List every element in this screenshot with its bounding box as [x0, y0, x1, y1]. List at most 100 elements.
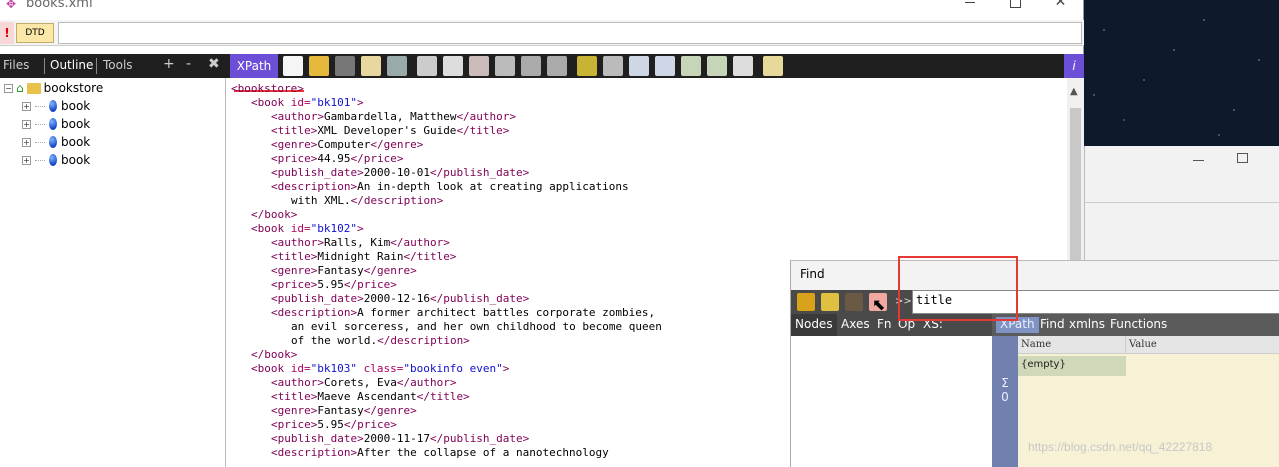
result-cell[interactable]: {empty} [1018, 356, 1126, 376]
save-as-icon[interactable] [361, 56, 381, 76]
code-line[interactable]: <genre>Computer</genre> [271, 138, 423, 152]
tab-tools[interactable]: Tools [103, 58, 133, 72]
code-line[interactable]: <publish_date>2000-10-01</publish_date> [271, 166, 529, 180]
background-maximize-icon[interactable] [1237, 153, 1248, 163]
find-toolbar: >> title [791, 290, 1279, 314]
close-button[interactable]: ✕ [1038, 0, 1083, 18]
expand-toggle-icon[interactable]: + [22, 119, 31, 129]
code-line[interactable]: </book> [251, 208, 297, 222]
code-line[interactable]: <price>5.95</price> [271, 278, 397, 292]
code-line[interactable]: <book id="bk102"> [251, 222, 364, 236]
code-line[interactable]: <description>After the collapse of a nan… [271, 446, 609, 460]
paste-icon[interactable] [469, 56, 489, 76]
tab-functions[interactable]: Functions [1110, 317, 1167, 331]
tree-connector [35, 123, 45, 125]
code-line[interactable]: <publish_date>2000-12-16</publish_date> [271, 292, 529, 306]
tree-item[interactable]: + book [22, 153, 90, 167]
tab-find[interactable]: Find [1040, 317, 1065, 331]
dtd-bar: ! DTD [0, 20, 1084, 46]
edit-icon[interactable] [763, 56, 783, 76]
expand-toggle-icon[interactable]: + [22, 101, 31, 111]
print-icon[interactable] [387, 56, 407, 76]
code-line[interactable]: <publish_date>2000-11-17</publish_date> [271, 432, 529, 446]
nodes-list[interactable] [791, 336, 992, 467]
close-panel-button[interactable]: ✖ [208, 56, 220, 72]
code-line[interactable]: <author>Gambardella, Matthew</author> [271, 110, 516, 124]
result-tabs: XPath Find xmlns Functions [992, 314, 1279, 336]
code-line[interactable]: <book id="bk101"> [251, 96, 364, 110]
tree-root-label: bookstore [43, 81, 104, 95]
code-line[interactable]: <title>XML Developer's Guide</title> [271, 124, 509, 138]
dtd-button[interactable]: DTD [16, 23, 54, 43]
tree-root[interactable]: − ⌂ bookstore [4, 81, 103, 95]
code-line[interactable]: <description>A former architect battles … [271, 306, 655, 320]
align-icon[interactable] [707, 56, 727, 76]
scroll-thumb[interactable] [1070, 108, 1081, 268]
tree-item[interactable]: + book [22, 117, 90, 131]
redo-icon[interactable] [547, 56, 567, 76]
element-node-icon [49, 136, 57, 148]
copy-icon[interactable] [443, 56, 463, 76]
collapse-toggle-icon[interactable]: − [4, 83, 13, 93]
code-line[interactable]: <genre>Fantasy</genre> [271, 264, 417, 278]
bug-icon[interactable] [845, 293, 863, 311]
code-line[interactable]: with XML.</description> [291, 194, 443, 208]
code-line[interactable]: <price>44.95</price> [271, 152, 403, 166]
tab-axes[interactable]: Axes [841, 317, 870, 331]
warning-icon[interactable]: ! [0, 22, 14, 44]
format-icon[interactable] [681, 56, 701, 76]
indent-icon[interactable] [577, 56, 597, 76]
scroll-up-icon[interactable]: ▲ [1070, 86, 1078, 97]
code-line[interactable]: <price>5.95</price> [271, 418, 397, 432]
code-line[interactable]: <genre>Fantasy</genre> [271, 404, 417, 418]
cut-icon[interactable] [417, 56, 437, 76]
outdent-icon[interactable] [603, 56, 623, 76]
code-line[interactable]: </book> [251, 348, 297, 362]
collapse-button[interactable]: - [186, 56, 191, 72]
expand-toggle-icon[interactable]: + [22, 137, 31, 147]
find-tabs: Nodes Axes Fn Op XS: XPath Find xmlns Fu… [791, 314, 1279, 336]
code-line[interactable]: of the world.</description> [291, 334, 470, 348]
dtd-field[interactable] [58, 22, 1082, 44]
tab-outline[interactable]: Outline [50, 58, 93, 72]
background-minimize-icon[interactable] [1193, 160, 1204, 161]
expand-toggle-icon[interactable]: + [22, 155, 31, 165]
main-toolbar: Files Outline Tools + - ✖ XPath i [0, 54, 1084, 78]
tree-item[interactable]: + book [22, 135, 90, 149]
info-button[interactable]: i [1064, 54, 1084, 78]
code-line[interactable]: <description>An in-depth look at creatin… [271, 180, 629, 194]
tree-item[interactable]: + book [22, 99, 90, 113]
open-folder-icon[interactable] [309, 56, 329, 76]
move-left-icon[interactable] [629, 56, 649, 76]
tab-xmlns[interactable]: xmlns [1069, 317, 1105, 331]
code-line[interactable]: <author>Corets, Eva</author> [271, 376, 456, 390]
tab-nodes[interactable]: Nodes [791, 314, 837, 336]
maximize-button[interactable] [993, 0, 1038, 18]
code-line[interactable]: <title>Midnight Rain</title> [271, 250, 456, 264]
tab-fn[interactable]: Fn [877, 317, 892, 331]
code-line[interactable]: <title>Maeve Ascendant</title> [271, 390, 470, 404]
column-header-name[interactable]: Name [1018, 336, 1126, 354]
find-icon[interactable] [495, 56, 515, 76]
code-line[interactable]: an evil sorceress, and her own childhood… [291, 320, 662, 334]
minimize-button[interactable] [948, 0, 993, 18]
code-line[interactable]: <author>Ralls, Kim</author> [271, 236, 450, 250]
tree-item-label: book [61, 99, 91, 113]
code-line[interactable]: <book id="bk103" class="bookinfo even"> [251, 362, 509, 376]
list-icon[interactable] [733, 56, 753, 76]
mouse-cursor-icon: ⬉ [872, 295, 886, 314]
sigma-icon: Σ [1001, 376, 1009, 390]
highlight-box [898, 256, 1018, 321]
move-right-icon[interactable] [655, 56, 675, 76]
column-header-value[interactable]: Value [1126, 336, 1279, 354]
undo-icon[interactable] [521, 56, 541, 76]
tab-divider [44, 58, 45, 74]
new-file-icon[interactable] [283, 56, 303, 76]
lightning-icon[interactable] [797, 293, 815, 311]
expand-button[interactable]: + [163, 56, 175, 72]
tab-files[interactable]: Files [3, 58, 29, 72]
save-icon[interactable] [335, 56, 355, 76]
code-line[interactable]: <bookstore> [231, 82, 304, 96]
xpath-button[interactable]: XPath [230, 54, 278, 78]
star-icon[interactable] [821, 293, 839, 311]
